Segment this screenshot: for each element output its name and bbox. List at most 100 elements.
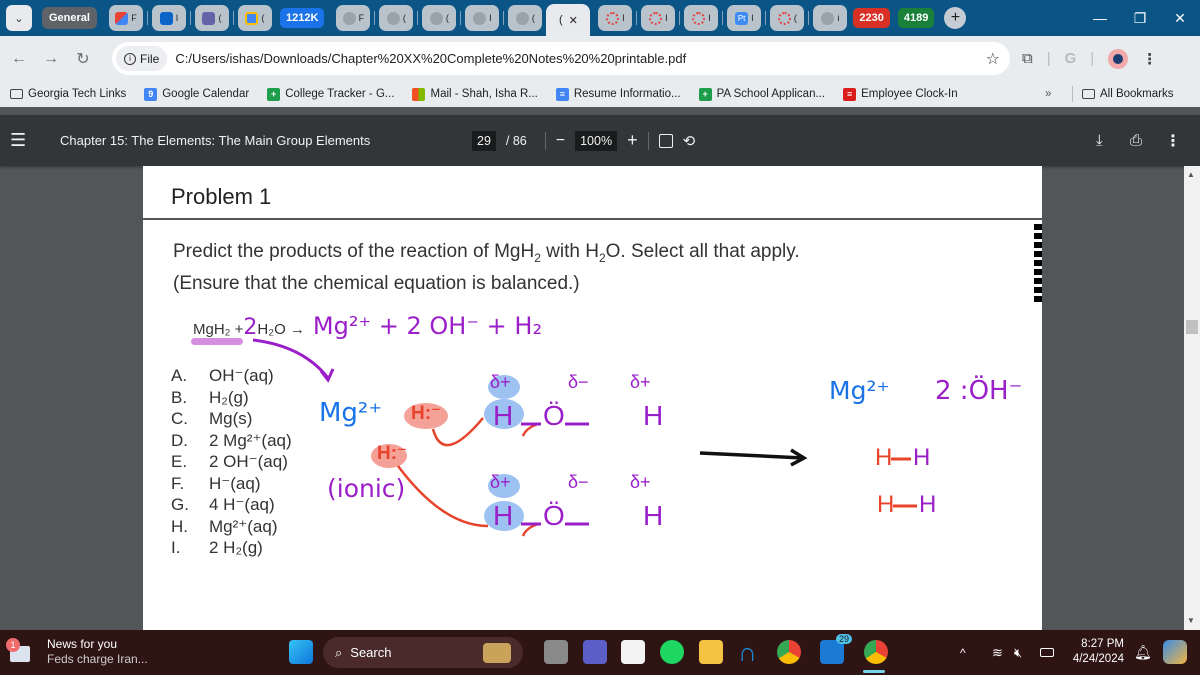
scrollbar-thumb[interactable] [1186,320,1198,334]
tab-group-general[interactable]: General [42,7,97,29]
windows-start-icon[interactable] [289,640,313,664]
tab-grey-3[interactable]: ( [422,5,457,31]
chrome-icon[interactable] [777,640,801,664]
microsoft-store-icon[interactable] [621,640,645,664]
water-h-atom: H [493,500,514,531]
rotate-icon[interactable]: ⟲ [683,132,696,150]
bookmarks-overflow-button[interactable]: » [1045,88,1051,100]
all-bookmarks-button[interactable]: All Bookmarks [1082,88,1174,100]
download-icon[interactable]: ⤓ [1096,132,1103,149]
bookmark-georgia-tech-links[interactable]: Georgia Tech Links [10,88,126,100]
bookmark-google-calendar[interactable]: 9 Google Calendar [144,87,249,101]
notifications-bell-icon[interactable]: 🔔︎ [1134,644,1152,661]
volume-muted-icon[interactable]: 🔇︎ [1014,645,1022,661]
vertical-scrollbar[interactable]: ▲ ▼ [1184,166,1200,630]
zoom-in-button[interactable]: + [627,130,638,151]
hydride-label: H:⁻ [411,403,442,424]
chrome-profile-icon[interactable] [864,640,888,664]
tab-grey-4[interactable]: I [465,5,500,31]
calendar-icon: 9 [144,87,158,101]
delta-plus-label: δ+ [630,472,651,492]
microsoft-icon [412,87,426,101]
task-view-icon[interactable] [544,640,568,664]
scroll-down-arrow[interactable]: ▼ [1187,616,1195,625]
toolbar-separator: | [1046,50,1051,67]
reload-button[interactable]: ↻ [70,49,96,69]
tab-group-2230[interactable]: 2230 [853,8,890,28]
water-o-atom: Ö [543,400,565,431]
google-g-icon[interactable]: G [1065,50,1077,67]
tab-canvas-1[interactable]: I [598,5,633,31]
page-total: / 86 [505,133,527,148]
show-hidden-icons-icon[interactable]: ^ [960,646,966,660]
tab-separator [146,11,148,25]
tab-grey-5[interactable]: ( [508,5,543,31]
tab-group-4189[interactable]: 4189 [897,8,935,28]
notification-app-icon[interactable]: 29 [820,634,852,664]
bookmark-pa-school[interactable]: + PA School Applican... [698,87,825,101]
address-bar[interactable]: i File C:/Users/ishas/Downloads/Chapter%… [112,42,1010,75]
print-icon[interactable]: ⎙ [1130,132,1142,149]
wifi-icon[interactable]: ≋ [992,645,1003,661]
tab-separator [765,11,767,25]
tab-canvas-3[interactable]: I [684,5,719,31]
file-explorer-icon[interactable] [699,640,723,664]
restore-button[interactable]: ❐ [1120,0,1160,36]
tab-separator [232,11,234,25]
profile-avatar[interactable] [1108,48,1129,69]
news-widget[interactable]: News for you Feds charge Iran... [47,637,148,667]
tab-search-button[interactable]: ⌄ [6,5,32,31]
app-n-icon[interactable]: ∩ [738,639,762,665]
zoom-out-button[interactable]: − [556,132,565,150]
news-widget-icon[interactable]: 1 [6,638,32,664]
bookmark-resume-information[interactable]: ≡ Resume Informatio... [555,87,681,101]
forward-button[interactable]: → [38,50,64,68]
tab-grey-1[interactable]: F [336,5,371,31]
back-button[interactable]: ← [6,50,32,68]
url-text[interactable]: C:/Users/ishas/Downloads/Chapter%20XX%20… [175,51,686,66]
tab-pt[interactable]: Pt I [727,5,762,31]
product-mg-ion: Mg²⁺ [829,376,890,405]
sidebar-menu-icon[interactable]: ☰ [10,130,26,151]
taskbar-search[interactable]: ⌕ Search [323,637,523,668]
tab-calendar[interactable]: ( [237,5,272,31]
active-tab[interactable]: ( ✕ [546,4,591,36]
toolbar-separator: | [1090,50,1095,67]
tab-grey-6[interactable]: i [813,5,848,31]
extensions-icon[interactable]: ⧉ [1022,50,1033,67]
mg-ion-label: Mg²⁺ [319,398,383,428]
bookmarks-separator [1072,86,1073,102]
pdf-more-menu-icon[interactable]: ⋮ [1165,131,1181,151]
pdf-page: Problem 1 Predict the products of the re… [143,166,1042,630]
scroll-up-arrow[interactable]: ▲ [1187,170,1195,179]
fit-page-icon[interactable] [658,133,673,148]
bookmark-mail[interactable]: Mail - Shah, Isha R... [412,87,538,101]
bookmark-employee-clock-in[interactable]: ≡ Employee Clock-In [843,87,958,101]
tab-separator [636,11,638,25]
annotation-drawing [252,338,917,537]
bookmark-college-tracker[interactable]: + College Tracker - G... [267,87,394,101]
tab-teams[interactable]: ( [194,5,229,31]
browser-menu-icon[interactable]: ⋮ [1142,50,1157,68]
new-tab-button[interactable]: + [944,7,967,29]
tab-canvas-2[interactable]: I [641,5,676,31]
site-info-chip[interactable]: i File [116,46,168,71]
canvas-icon [777,11,791,25]
zoom-level-input[interactable]: 100% [575,130,618,151]
battery-icon[interactable] [1040,648,1054,657]
clock[interactable]: 8:27 PM 4/24/2024 [1062,637,1124,667]
minimize-button[interactable]: — [1080,0,1120,36]
teams-icon[interactable] [583,640,607,664]
copilot-icon[interactable] [1163,640,1187,664]
close-tab-icon[interactable]: ✕ [569,14,578,27]
spotify-icon[interactable] [660,640,684,664]
page-number-input[interactable]: 29 [472,130,496,151]
close-window-button[interactable]: ✕ [1160,0,1200,36]
tab-group-1212k[interactable]: 1212K [279,8,325,28]
bookmark-star-icon[interactable]: ☆ [986,49,1000,69]
page-edge-barcode [1034,224,1042,304]
tab-grey-2[interactable]: ( [379,5,414,31]
tab-canvas-4[interactable]: ( [770,5,805,31]
tab-gmail[interactable]: F [108,5,143,31]
tab-outlook[interactable]: I [151,5,186,31]
